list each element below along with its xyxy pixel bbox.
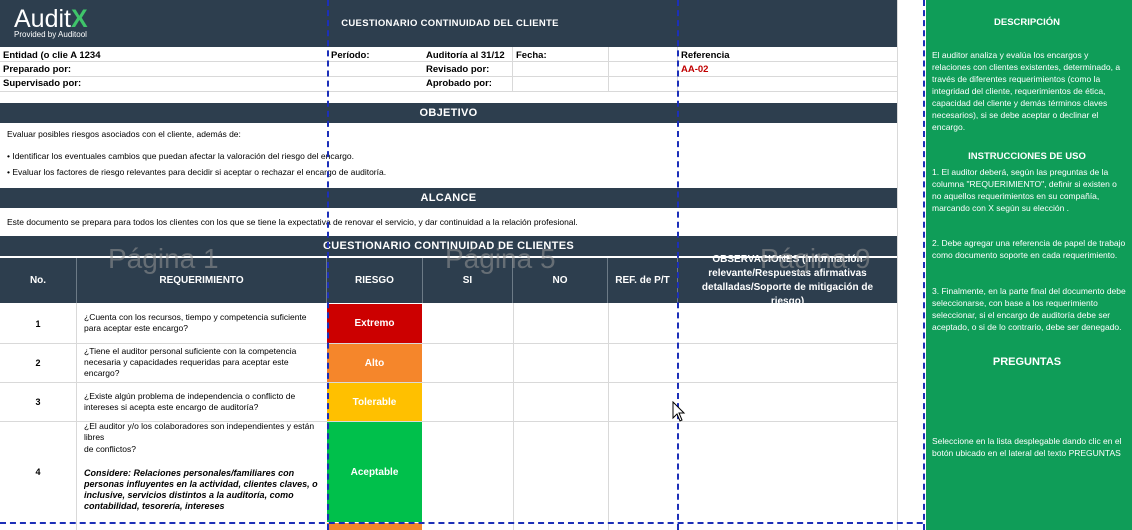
sidebar-preguntas-title[interactable]: PREGUNTAS: [926, 356, 1128, 368]
row-divider-1: [0, 343, 897, 344]
page-break-v-1: [327, 0, 329, 530]
objetivo-line-1: Evaluar posibles riesgos asociados con e…: [7, 129, 241, 139]
row-2-risk[interactable]: Alto: [327, 344, 422, 382]
grid-v-1: [76, 303, 77, 530]
sidebar-desc-title: DESCRIPCIÓN: [994, 17, 1060, 28]
logo-main: Audit: [14, 5, 71, 33]
row-2-number: 2: [35, 358, 41, 368]
row-5-risk-partial: [327, 523, 422, 530]
watermark-page-1: Página 1: [108, 243, 219, 274]
col-ref: REF. de P/T: [608, 258, 678, 303]
logo-x: X: [70, 5, 88, 33]
preparado-label[interactable]: Preparado por:: [3, 64, 71, 75]
row-3-number: 3: [35, 397, 41, 407]
row-divider-2: [0, 382, 897, 383]
row-3-requirement: ¿Existe algún problema de independencia …: [84, 391, 296, 412]
watermark-page-5: Página 5: [445, 243, 556, 274]
sidebar-desc-text: El auditor analiza y evalúa los encargos…: [932, 50, 1121, 132]
sidebar-instr-2: 2. Debe agregar una referencia de papel …: [932, 238, 1126, 260]
objetivo-line-3: • Evaluar los factores de riesgo relevan…: [7, 167, 387, 177]
row-2-requirement: ¿Tiene el auditor personal suficiente co…: [84, 346, 297, 378]
col-riesgo: RIESGO: [327, 258, 423, 303]
fecha-label[interactable]: Fecha:: [516, 50, 547, 61]
auditx-logo: AuditX Provided by Auditool: [14, 5, 114, 41]
row-4-requirement-a: ¿El auditor y/o los colaboradores son in…: [84, 421, 315, 442]
objetivo-title: OBJETIVO: [0, 103, 897, 123]
mouse-cursor-icon: [672, 401, 686, 422]
row-1-requirement: ¿Cuenta con los recursos, tiempo y compe…: [84, 312, 307, 333]
row-4-requirement-b: de conflictos?: [84, 444, 136, 454]
grid-v-2: [513, 303, 514, 530]
revisado-label[interactable]: Revisado por:: [426, 64, 489, 75]
info-vline-1: [512, 47, 513, 92]
objetivo-line-2: • Identificar los eventuales cambios que…: [7, 151, 354, 161]
aprobado-label[interactable]: Aprobado por:: [426, 78, 492, 89]
alcance-text: Este documento se prepara para todos los…: [7, 217, 578, 227]
info-divider-3: [0, 91, 897, 92]
sidebar-instr-1: 1. El auditor deberá, según las pregunta…: [932, 167, 1117, 213]
logo-subtitle: Provided by Auditool: [14, 30, 87, 39]
info-divider-1: [0, 61, 897, 62]
auditoria-label[interactable]: Auditoría al 31/12: [426, 50, 505, 61]
sidebar-instr-title: INSTRUCCIONES DE USO: [968, 151, 1086, 162]
info-divider-2: [0, 76, 897, 77]
supervisado-label[interactable]: Supervisado por:: [3, 78, 81, 89]
page-break-v-3: [923, 0, 925, 530]
watermark-page-9: Página 9: [760, 243, 871, 274]
periodo-label[interactable]: Período:: [331, 50, 370, 61]
page-break-v-2: [677, 0, 679, 530]
row-4-consider: Considere: Relaciones personales/familia…: [84, 468, 318, 511]
entidad-label[interactable]: Entidad (o clie A 1234: [3, 50, 101, 61]
col-no: No.: [0, 258, 77, 303]
sidebar-instr-3: 3. Finalmente, en la parte final del doc…: [932, 286, 1126, 332]
sidebar-preguntas-text: Seleccione en la lista desplegable dando…: [932, 436, 1122, 458]
row-4-number: 4: [35, 467, 41, 477]
alcance-title: ALCANCE: [0, 188, 897, 208]
referencia-label[interactable]: Referencia: [681, 50, 730, 61]
row-1-number: 1: [35, 318, 41, 329]
page-title: CUESTIONARIO CONTINUIDAD DEL CLIENTE: [341, 18, 559, 29]
row-1-risk[interactable]: Extremo: [327, 304, 422, 343]
ref-code[interactable]: AA-02: [681, 64, 708, 75]
row-3-risk[interactable]: Tolerable: [327, 383, 422, 421]
grid-v-right: [897, 0, 898, 530]
grid-v-3: [608, 303, 609, 530]
row-4-risk[interactable]: Aceptable: [327, 422, 422, 522]
info-vline-2: [608, 47, 609, 92]
